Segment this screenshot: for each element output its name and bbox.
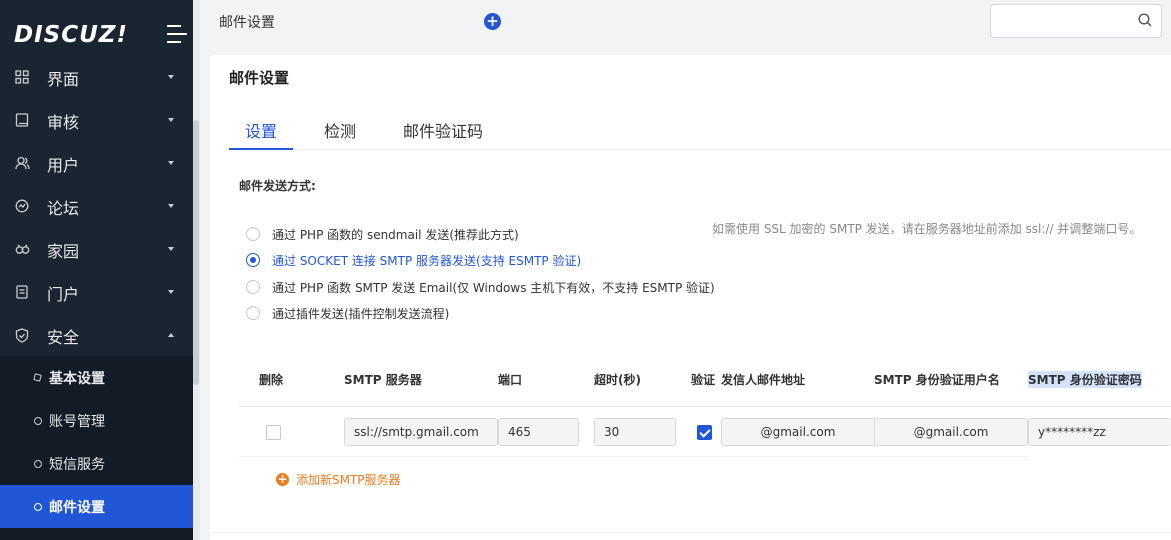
edit-icon: [33, 373, 42, 382]
caret-down-icon: [168, 75, 174, 79]
sidebar-subitem-basic-settings[interactable]: 基本设置: [0, 356, 193, 399]
add-icon[interactable]: +: [484, 13, 501, 30]
port-input[interactable]: [498, 418, 579, 446]
radio-button[interactable]: [246, 280, 260, 294]
plus-circle-icon: +: [276, 472, 289, 486]
radio-label: 通过 SOCKET 连接 SMTP 服务器发送(支持 ESMTP 验证): [272, 253, 582, 268]
page-title: 邮件设置: [229, 69, 290, 87]
sidebar-item-portal[interactable]: 门户: [0, 271, 193, 314]
sidebar-subitem-sms-service[interactable]: 短信服务: [0, 442, 193, 485]
sidebar-item-label: 界面: [47, 69, 80, 89]
radio-socket-smtp[interactable]: 通过 SOCKET 连接 SMTP 服务器发送(支持 ESMTP 验证): [246, 250, 581, 270]
header-smtp-password: SMTP 身份验证密码: [1028, 371, 1142, 388]
tab-email-verification-code[interactable]: 邮件验证码: [403, 118, 483, 142]
grid-icon: [14, 69, 30, 86]
sidebar-subitem-label: 短信服务: [49, 457, 105, 473]
header-smtp-server: SMTP 服务器: [344, 373, 422, 387]
search-icon[interactable]: [1138, 13, 1152, 27]
tab-settings[interactable]: 设置: [245, 118, 277, 142]
radio-label: 通过 PHP 函数 SMTP 发送 Email(仅 Windows 主机下有效，…: [272, 280, 715, 295]
radio-label: 通过 PHP 函数的 sendmail 发送(推荐此方式): [272, 227, 519, 242]
caret-down-icon: [168, 247, 174, 251]
radio-php-smtp[interactable]: 通过 PHP 函数 SMTP 发送 Email(仅 Windows 主机下有效，…: [246, 277, 715, 297]
header-port: 端口: [498, 373, 523, 387]
auth-checkbox[interactable]: [697, 425, 712, 440]
community-icon: [14, 242, 30, 258]
sidebar-item-label: 论坛: [47, 198, 80, 218]
caret-down-icon: [168, 118, 174, 122]
circle-icon: [34, 503, 42, 511]
caret-down-icon: [168, 290, 174, 294]
sidebar-scrollbar[interactable]: [193, 120, 199, 385]
radio-plugin[interactable]: 通过插件发送(插件控制发送流程): [246, 303, 449, 323]
tab-check[interactable]: 检测: [324, 118, 356, 142]
add-smtp-server-label: 添加新SMTP服务器: [296, 473, 401, 487]
sidebar: DISCUZ! 界面 审核 用户 论坛 家园 门户 安全 基本设置 账号管理 短…: [0, 0, 193, 540]
ssl-hint: 如需使用 SSL 加密的 SMTP 发送，请在服务器地址前添加 ssl:// 并…: [712, 222, 1142, 236]
from-address-input[interactable]: [721, 418, 875, 446]
smtp-server-input[interactable]: [344, 418, 498, 446]
shield-icon: [14, 327, 30, 344]
book-icon: [14, 112, 30, 129]
sidebar-subitem-label: 账号管理: [49, 414, 105, 430]
tab-active-indicator: [229, 148, 293, 150]
users-icon: [14, 156, 30, 172]
radio-button[interactable]: [246, 227, 260, 241]
card-bottom-divider: [210, 532, 1171, 533]
topbar: 邮件设置 +: [200, 0, 1171, 46]
add-smtp-server-button[interactable]: + 添加新SMTP服务器: [276, 471, 401, 488]
sidebar-item-interface[interactable]: 界面: [0, 56, 193, 99]
header-auth: 验证: [691, 373, 716, 387]
sidebar-item-home[interactable]: 家园: [0, 228, 193, 271]
breadcrumb: 邮件设置: [219, 15, 275, 31]
security-submenu: 基本设置 账号管理 短信服务 邮件设置: [0, 356, 193, 540]
header-delete: 删除: [259, 373, 284, 387]
header-timeout: 超时(秒): [594, 373, 641, 387]
chat-icon: [14, 199, 30, 215]
sidebar-item-label: 门户: [47, 284, 80, 304]
table-divider: [239, 406, 1171, 407]
delete-checkbox[interactable]: [266, 425, 281, 440]
timeout-input[interactable]: [594, 418, 676, 446]
caret-down-icon: [168, 204, 174, 208]
smtp-username-input[interactable]: [874, 418, 1028, 446]
sidebar-subitem-label: 邮件设置: [49, 500, 105, 516]
radio-button[interactable]: [246, 306, 260, 320]
tab-bar: 设置 检测 邮件验证码: [229, 110, 1171, 150]
sidebar-item-review[interactable]: 审核: [0, 99, 193, 142]
sidebar-item-forum[interactable]: 论坛: [0, 185, 193, 228]
send-method-label: 邮件发送方式:: [239, 179, 316, 193]
logo: DISCUZ!: [14, 22, 128, 48]
caret-up-icon: [168, 333, 174, 337]
sidebar-subitem-mail-settings[interactable]: 邮件设置: [0, 485, 193, 528]
sidebar-item-label: 安全: [47, 327, 80, 347]
sidebar-item-label: 审核: [47, 112, 80, 132]
sidebar-subitem-label: 基本设置: [49, 371, 105, 387]
sidebar-item-label: 家园: [47, 241, 80, 261]
smtp-password-input[interactable]: [1028, 418, 1171, 446]
header-smtp-username: SMTP 身份验证用户名: [874, 373, 1000, 387]
sidebar-item-users[interactable]: 用户: [0, 142, 193, 185]
mail-settings-card: 邮件设置 设置 检测 邮件验证码 邮件发送方式: 如需使用 SSL 加密的 SM…: [210, 55, 1171, 540]
menu-toggle-icon[interactable]: [167, 25, 189, 45]
row-divider: [239, 456, 1029, 457]
radio-button[interactable]: [246, 253, 260, 267]
caret-down-icon: [168, 161, 174, 165]
sidebar-subitem-account-management[interactable]: 账号管理: [0, 399, 193, 442]
radio-sendmail[interactable]: 通过 PHP 函数的 sendmail 发送(推荐此方式): [246, 224, 519, 244]
radio-label: 通过插件发送(插件控制发送流程): [272, 306, 450, 321]
sidebar-item-label: 用户: [47, 155, 80, 175]
search-input[interactable]: [990, 4, 1162, 38]
document-icon: [14, 284, 30, 301]
circle-icon: [34, 460, 42, 468]
header-from-address: 发信人邮件地址: [721, 373, 806, 387]
sidebar-item-security[interactable]: 安全: [0, 314, 193, 357]
circle-icon: [34, 417, 42, 425]
